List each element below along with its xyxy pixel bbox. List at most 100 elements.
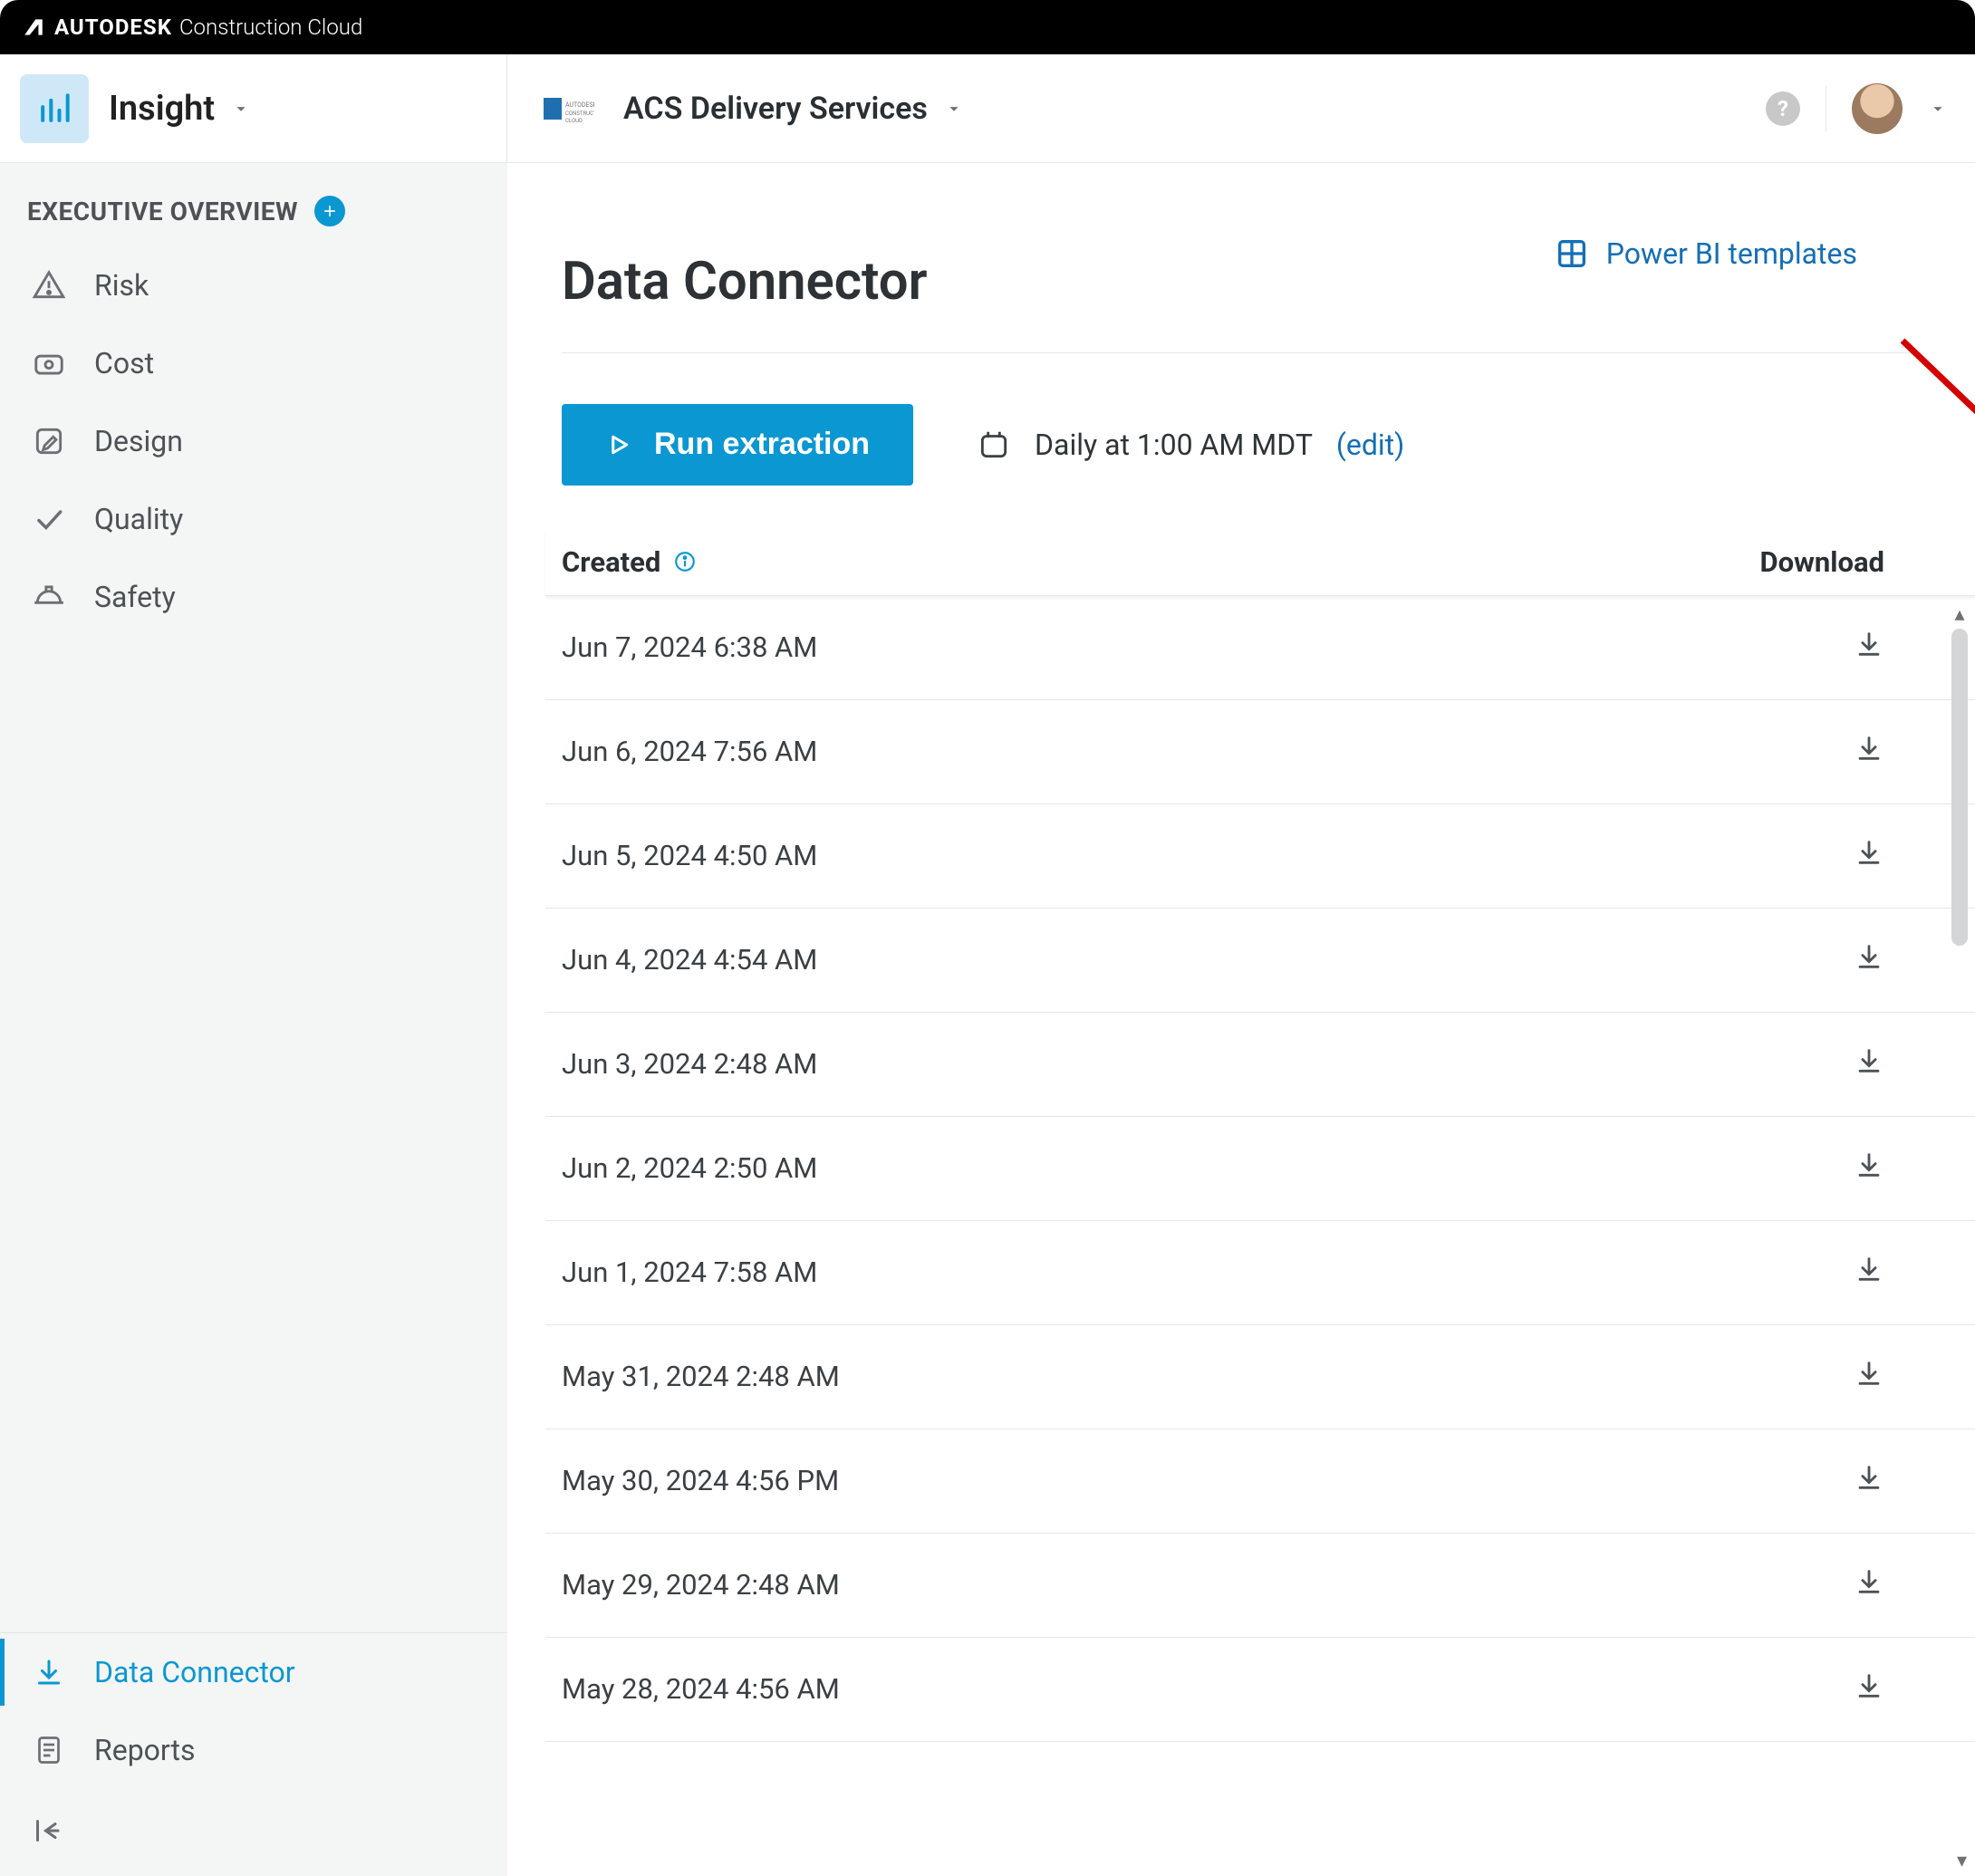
insight-icon — [20, 74, 89, 143]
column-header-download: Download — [1759, 545, 1884, 579]
created-cell: May 28, 2024 4:56 AM — [562, 1672, 840, 1706]
download-icon — [1854, 1254, 1884, 1284]
scrollbar-thumb[interactable] — [1951, 629, 1968, 946]
edit-schedule-link[interactable]: (edit) — [1336, 428, 1404, 462]
extractions-table: Created Download Jun 7, 2024 6:38 AMJun … — [545, 529, 1975, 1742]
download-button[interactable] — [1854, 733, 1884, 771]
sidebar-item-risk[interactable]: Risk — [0, 246, 507, 324]
download-button[interactable] — [1854, 1358, 1884, 1396]
avatar[interactable] — [1852, 83, 1903, 134]
sidebar-item-design[interactable]: Design — [0, 402, 507, 480]
power-bi-templates-label: Power BI templates — [1606, 236, 1857, 271]
action-row: Run extraction Daily at 1:00 AM MDT (edi… — [507, 353, 1975, 529]
download-button[interactable] — [1854, 1150, 1884, 1188]
run-extraction-label: Run extraction — [654, 427, 870, 462]
created-cell: May 30, 2024 4:56 PM — [562, 1464, 839, 1497]
created-cell: Jun 5, 2024 4:50 AM — [562, 839, 817, 872]
table-row: Jun 4, 2024 4:54 AM — [545, 909, 1975, 1013]
acc-logo-icon: AUTODESK CONSTRUCTIONCLOUD — [542, 91, 596, 127]
column-header-created[interactable]: Created — [562, 545, 697, 579]
download-icon — [31, 1656, 67, 1688]
sidebar-item-cost[interactable]: Cost — [0, 324, 507, 402]
reports-icon — [31, 1734, 67, 1766]
download-icon — [1854, 837, 1884, 868]
download-button[interactable] — [1854, 1045, 1884, 1083]
download-button[interactable] — [1854, 1566, 1884, 1604]
sidebar: EXECUTIVE OVERVIEW Risk Cost Design Qual… — [0, 163, 507, 1876]
app-brand-bar: AUTODESK Construction Cloud — [0, 0, 1975, 54]
app-header: Insight AUTODESK CONSTRUCTIONCLOUD ACS De… — [0, 54, 1975, 163]
chevron-down-icon — [944, 99, 964, 119]
vertical-scrollbar[interactable]: ▴ — [1948, 605, 1971, 949]
sidebar-item-label: Data Connector — [94, 1655, 295, 1689]
download-button[interactable] — [1854, 629, 1884, 667]
table-row: Jun 6, 2024 7:56 AM — [545, 700, 1975, 804]
sidebar-item-label: Reports — [94, 1733, 196, 1767]
chevron-down-icon[interactable] — [1928, 99, 1948, 119]
info-icon[interactable] — [673, 550, 697, 573]
download-button[interactable] — [1854, 837, 1884, 875]
sidebar-nav: Risk Cost Design Quality Safety — [0, 246, 507, 636]
power-bi-templates-link[interactable]: Power BI templates — [1554, 236, 1857, 272]
download-icon — [1854, 733, 1884, 764]
check-icon — [31, 502, 67, 536]
sidebar-item-data-connector[interactable]: Data Connector — [0, 1633, 507, 1711]
created-cell: Jun 2, 2024 2:50 AM — [562, 1151, 817, 1185]
add-dashboard-button[interactable] — [314, 196, 345, 226]
download-icon — [1854, 1045, 1884, 1076]
column-label: Download — [1759, 545, 1884, 579]
collapse-sidebar-button[interactable] — [0, 1789, 507, 1876]
brand-strong: AUTODESK — [54, 14, 172, 40]
download-icon — [1854, 1566, 1884, 1597]
column-label: Created — [562, 545, 660, 579]
sidebar-section-header: EXECUTIVE OVERVIEW — [0, 196, 507, 226]
download-icon — [1854, 1150, 1884, 1180]
sidebar-item-label: Risk — [94, 268, 149, 303]
sidebar-section-title: EXECUTIVE OVERVIEW — [27, 197, 298, 226]
warning-icon — [31, 268, 67, 303]
project-switcher[interactable]: AUTODESK CONSTRUCTIONCLOUD ACS Delivery S… — [507, 91, 1766, 127]
scroll-down-icon[interactable]: ▾ — [1957, 1850, 1967, 1872]
download-button[interactable] — [1854, 1670, 1884, 1708]
table-body: Jun 7, 2024 6:38 AM Jun 6, 2024 7:56 AM Ju… — [545, 596, 1975, 1742]
sidebar-item-reports[interactable]: Reports — [0, 1711, 507, 1789]
brand-light: Construction Cloud — [179, 14, 362, 40]
svg-text:AUTODESK: AUTODESK — [565, 101, 594, 109]
created-cell: May 31, 2024 2:48 AM — [562, 1360, 840, 1393]
schedule-text: Daily at 1:00 AM MDT — [1035, 428, 1313, 462]
created-cell: May 29, 2024 2:48 AM — [562, 1568, 840, 1602]
sidebar-item-label: Design — [94, 424, 183, 458]
table-row: May 30, 2024 4:56 PM — [545, 1429, 1975, 1534]
svg-text:CLOUD: CLOUD — [565, 118, 583, 124]
module-switcher[interactable]: Insight — [0, 54, 507, 162]
money-icon — [31, 346, 67, 380]
scroll-up-icon[interactable]: ▴ — [1954, 605, 1964, 625]
table-row: May 28, 2024 4:56 AM — [545, 1638, 1975, 1742]
created-cell: Jun 6, 2024 7:56 AM — [562, 735, 817, 768]
sidebar-item-label: Safety — [94, 580, 176, 614]
created-cell: Jun 3, 2024 2:48 AM — [562, 1047, 817, 1081]
sidebar-item-quality[interactable]: Quality — [0, 480, 507, 558]
created-cell: Jun 4, 2024 4:54 AM — [562, 943, 817, 976]
main-content: Data Connector Power BI templates Run ex… — [507, 163, 1975, 1876]
download-icon — [1854, 941, 1884, 972]
created-cell: Jun 1, 2024 7:58 AM — [562, 1255, 817, 1289]
download-button[interactable] — [1854, 1462, 1884, 1500]
pencil-icon — [31, 424, 67, 458]
sidebar-item-label: Quality — [94, 502, 183, 536]
created-cell: Jun 7, 2024 6:38 AM — [562, 630, 817, 664]
table-row: Jun 1, 2024 7:58 AM — [545, 1221, 1975, 1325]
sidebar-bottom-nav: Data Connector Reports — [0, 1632, 507, 1876]
table-row: Jun 2, 2024 2:50 AM — [545, 1117, 1975, 1221]
sidebar-item-safety[interactable]: Safety — [0, 558, 507, 636]
run-extraction-button[interactable]: Run extraction — [562, 404, 913, 486]
download-button[interactable] — [1854, 941, 1884, 979]
help-icon[interactable]: ? — [1766, 91, 1800, 126]
table-row: Jun 7, 2024 6:38 AM — [545, 596, 1975, 700]
download-icon — [1854, 1358, 1884, 1389]
table-row: Jun 5, 2024 4:50 AM — [545, 804, 1975, 909]
project-name: ACS Delivery Services — [623, 91, 928, 127]
svg-text:CONSTRUCTION: CONSTRUCTION — [565, 111, 594, 117]
download-button[interactable] — [1854, 1254, 1884, 1292]
download-icon — [1854, 1670, 1884, 1701]
